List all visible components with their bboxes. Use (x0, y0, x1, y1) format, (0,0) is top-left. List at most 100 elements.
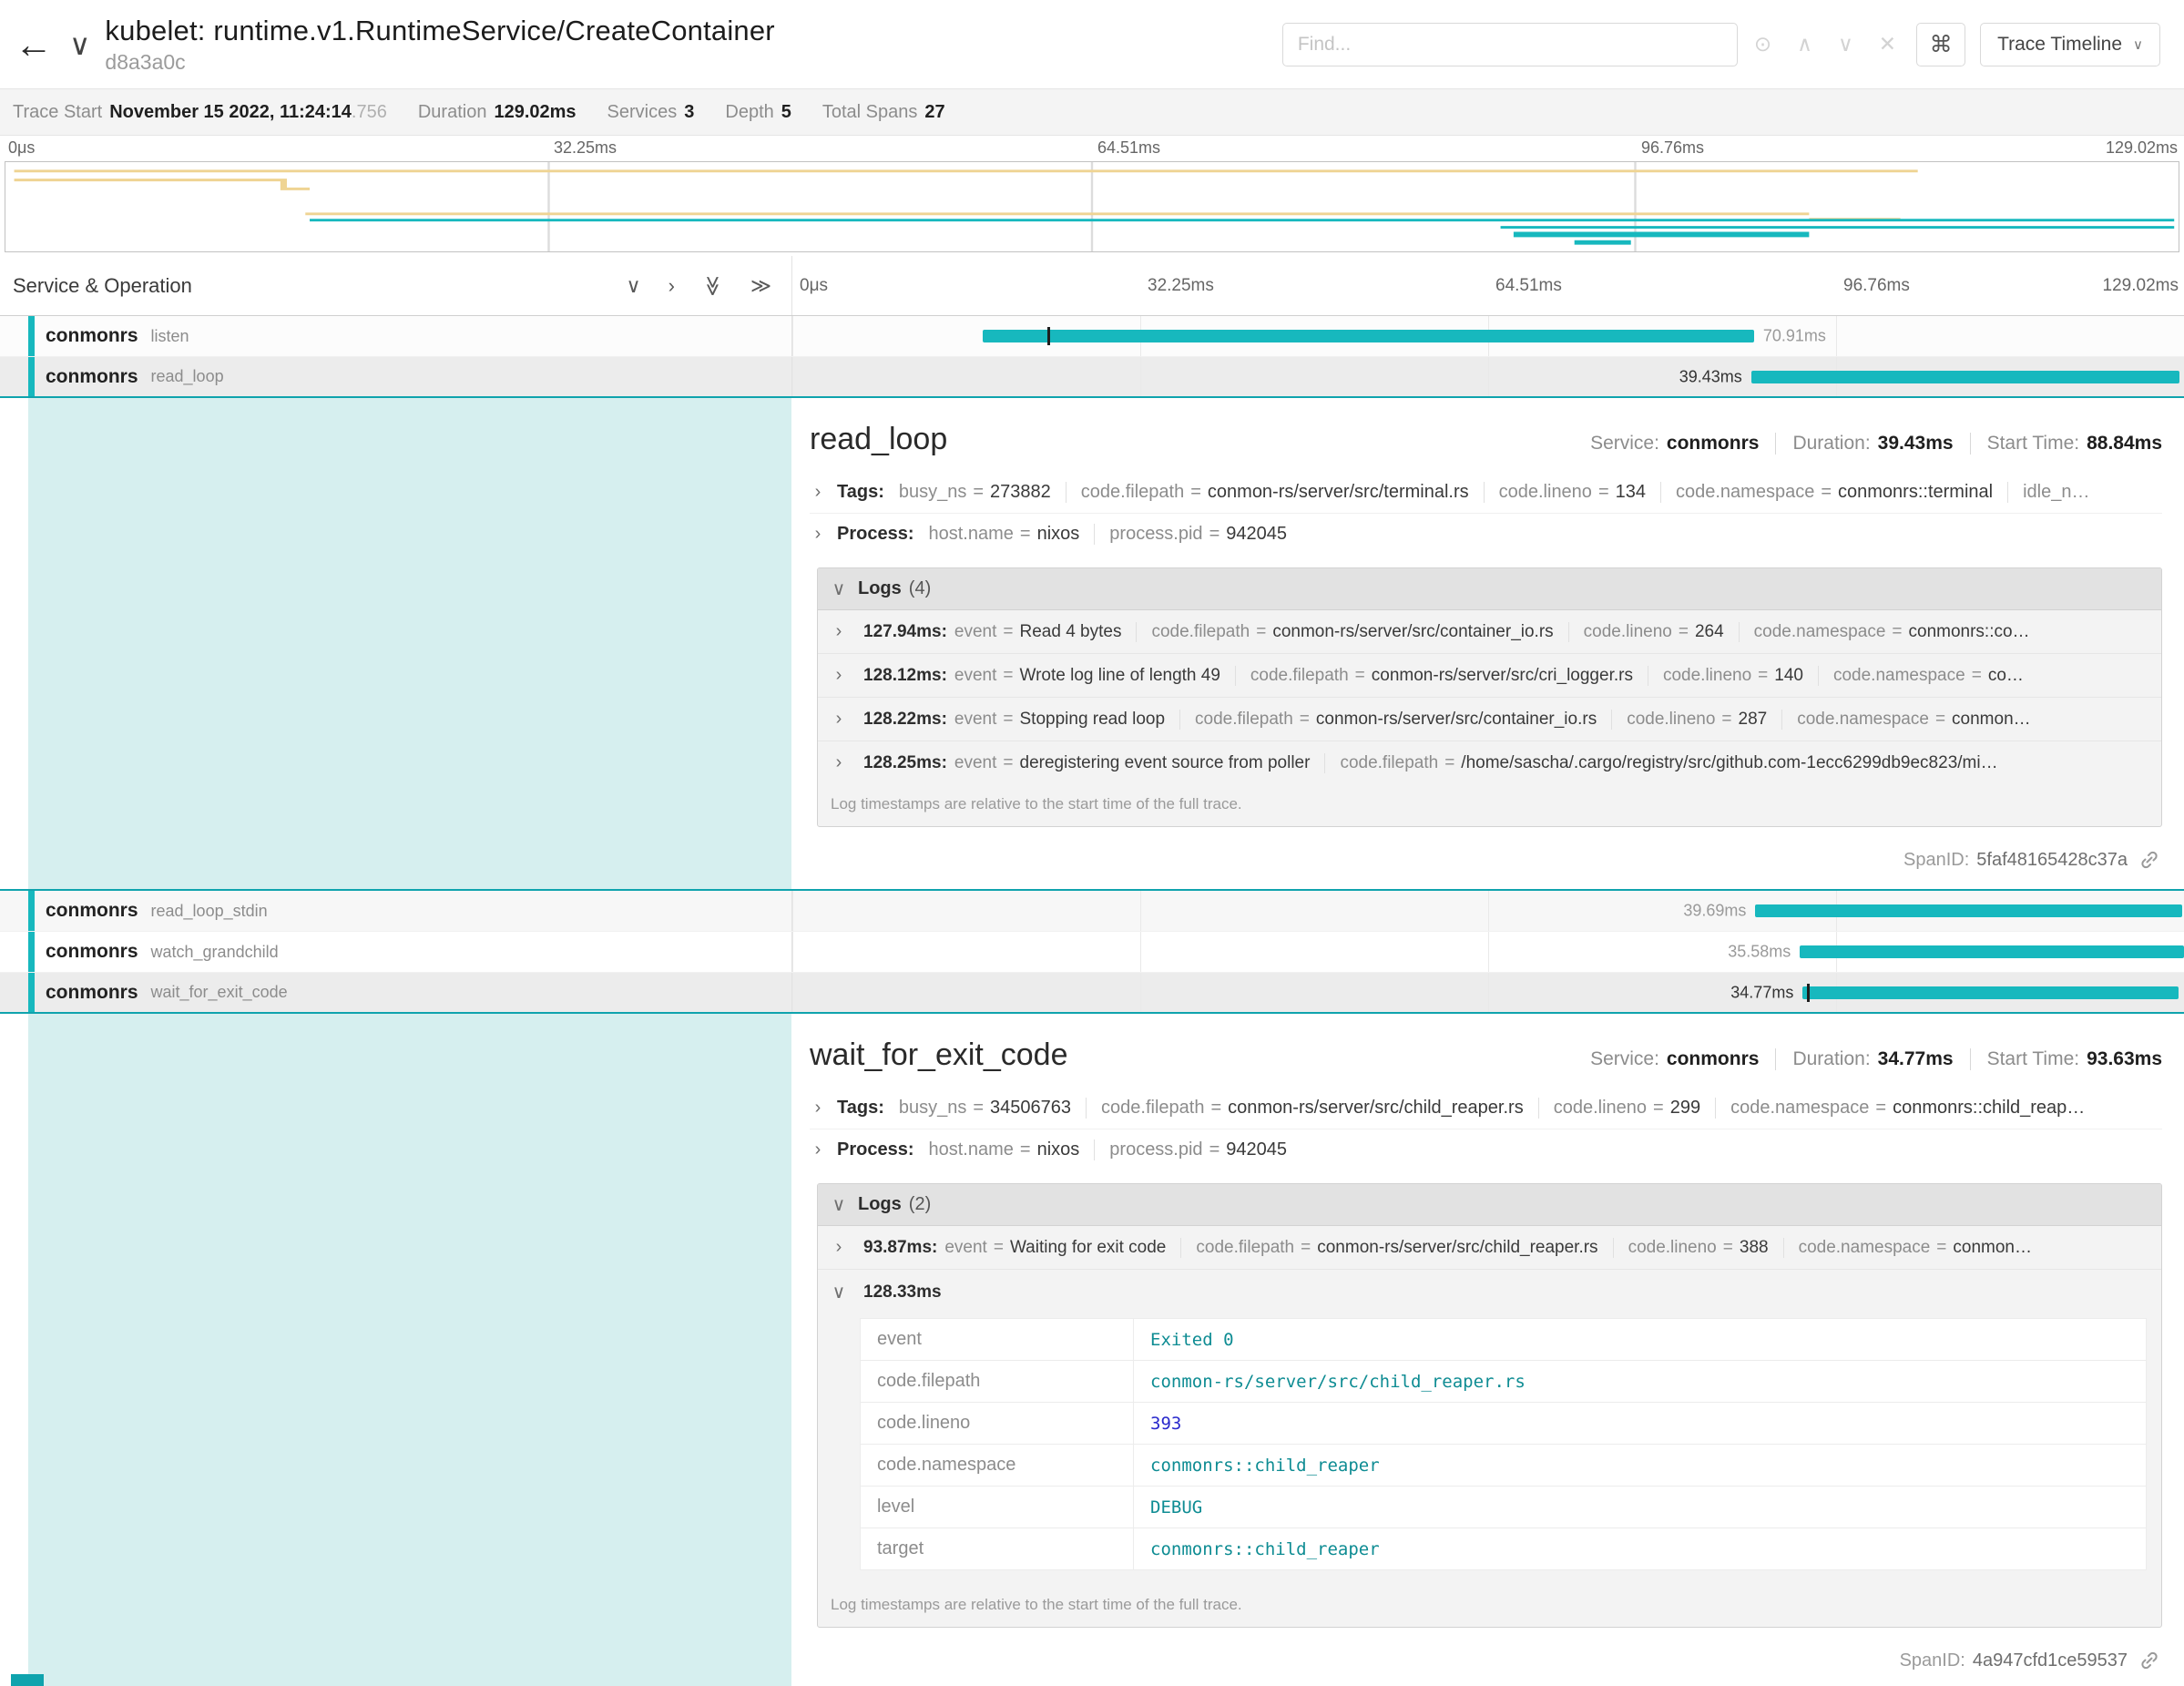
span-row-read-loop-stdin[interactable]: conmonrs read_loop_stdin 39.69ms (0, 891, 2184, 932)
log-timestamp: 128.33ms (863, 1282, 942, 1303)
minimap-canvas[interactable] (5, 161, 2179, 252)
span-row-read-loop[interactable]: conmonrs read_loop 39.43ms (0, 357, 2184, 398)
service-name: conmonrs (46, 900, 138, 922)
span-graph[interactable]: 39.69ms (791, 891, 2184, 931)
tag-key: busy_ns (899, 1098, 967, 1118)
trace-collapse-icon[interactable]: ∨ (69, 27, 90, 62)
log-entry-expanded[interactable]: ∨ 128.33ms (818, 1270, 2161, 1314)
span-bar[interactable] (983, 330, 1754, 342)
process-accordion[interactable]: › Process: host.name=nixos process.pid=9… (810, 1129, 2162, 1170)
logs-title: Logs (858, 1194, 902, 1215)
keyboard-shortcuts-button[interactable]: ⌘ (1916, 23, 1965, 66)
timeline-columns-header: Service & Operation ∨ › ≫ ≫ 0μs 32.25ms … (0, 256, 2184, 316)
span-indent-band (28, 398, 791, 889)
span-graph[interactable]: 39.43ms (791, 357, 2184, 396)
trace-start-value: November 15 2022, 11:24:14 (109, 102, 352, 123)
minimap-tick: 32.25ms (554, 138, 617, 158)
span-graph[interactable]: 34.77ms (791, 973, 2184, 1012)
tags-accordion[interactable]: › Tags: busy_ns=34506763 code.filepath=c… (810, 1088, 2162, 1129)
caret-right-icon: › (810, 1139, 826, 1160)
collapse-all-icon[interactable]: ≫ (700, 275, 724, 296)
view-dropdown-button[interactable]: Trace Timeline ∨ (1980, 23, 2160, 66)
start-time-label: Start Time: (1987, 433, 2080, 454)
span-bar[interactable] (1800, 945, 2184, 958)
top-bar: ← ∨ kubelet: runtime.v1.RuntimeService/C… (0, 0, 2184, 88)
kv-key: code.namespace (861, 1445, 1134, 1487)
operation-name: watch_grandchild (151, 943, 279, 962)
kv-row: code.lineno393 (861, 1403, 2147, 1445)
duration-label: Duration: (1792, 433, 1870, 454)
process-value: 942045 (1226, 524, 1287, 544)
tag-value: 34506763 (990, 1098, 1071, 1118)
caret-right-icon: › (810, 1098, 826, 1119)
span-id-value: 4a947cfd1ce59537 (1973, 1650, 2128, 1671)
span-row-watch-grandchild[interactable]: conmonrs watch_grandchild 35.58ms (0, 932, 2184, 973)
trace-minimap[interactable]: 0μs 32.25ms 64.51ms 96.76ms 129.02ms (0, 136, 2184, 256)
service-color-bar (28, 357, 35, 396)
span-detail-header: read_loop Service:conmonrs Duration:39.4… (810, 422, 2162, 457)
span-duration-label: 35.58ms (1728, 943, 1791, 962)
tag-chip: code.filepath=conmon-rs/server/src/termi… (1066, 482, 1484, 503)
span-graph[interactable]: 35.58ms (791, 932, 2184, 972)
logs-header[interactable]: ∨ Logs (2) (818, 1184, 2161, 1226)
logs-note: Log timestamps are relative to the start… (818, 784, 2161, 826)
span-row-listen[interactable]: conmonrs listen 70.91ms (0, 316, 2184, 357)
ruler-tick: 96.76ms (1843, 276, 1910, 296)
minimap-tick: 64.51ms (1097, 138, 1160, 158)
span-row-left: conmonrs watch_grandchild (0, 932, 791, 972)
operation-name: listen (151, 327, 189, 346)
deep-link-icon[interactable] (2138, 849, 2160, 871)
logs-header[interactable]: ∨ Logs (4) (818, 568, 2161, 610)
caret-down-icon: ∨ (831, 577, 847, 600)
tag-chip: idle_n… (2007, 482, 2117, 503)
span-row-wait-for-exit-code[interactable]: conmonrs wait_for_exit_code 34.77ms (0, 973, 2184, 1014)
timeline-ruler: 0μs 32.25ms 64.51ms 96.76ms 129.02ms (791, 256, 2184, 315)
span-detail-title: read_loop (810, 422, 947, 457)
depth-label: Depth (725, 102, 773, 123)
span-bar[interactable] (1751, 371, 2180, 383)
caret-down-icon: ∨ (831, 1193, 847, 1216)
span-duration-label: 39.43ms (1679, 367, 1742, 386)
process-accordion[interactable]: › Process: host.name=nixos process.pid=9… (810, 514, 2162, 555)
caret-right-icon: › (831, 1237, 847, 1258)
log-field: code.lineno=140 (1648, 666, 1818, 686)
kv-value: Exited 0 (1134, 1319, 2147, 1361)
trace-id: d8a3a0c (105, 50, 774, 75)
caret-right-icon: › (831, 621, 847, 642)
service-operation-header: Service & Operation ∨ › ≫ ≫ (0, 256, 791, 315)
find-controls: ⊙ ∧ ∨ ✕ (1754, 32, 1896, 56)
span-bar[interactable] (1802, 986, 2179, 999)
log-field: code.namespace=co… (1818, 666, 2038, 686)
log-field: code.lineno=287 (1611, 710, 1781, 730)
caret-right-icon: › (831, 709, 847, 730)
clear-search-icon[interactable]: ✕ (1879, 32, 1896, 56)
process-label: Process: (837, 524, 914, 545)
log-entry[interactable]: › 128.12ms: event=Wrote log line of leng… (818, 654, 2161, 698)
log-entry[interactable]: › 128.22ms: event=Stopping read loop cod… (818, 698, 2161, 741)
span-id-row: SpanID: 4a947cfd1ce59537 (810, 1635, 2162, 1677)
back-button[interactable]: ← (0, 0, 67, 88)
span-detail-content: wait_for_exit_code Service:conmonrs Dura… (791, 1014, 2184, 1686)
tags-accordion[interactable]: › Tags: busy_ns=273882 code.filepath=con… (810, 472, 2162, 514)
expand-one-icon[interactable]: › (668, 274, 675, 298)
locate-icon[interactable]: ⊙ (1754, 32, 1771, 56)
log-entry[interactable]: › 93.87ms: event=Waiting for exit code c… (818, 1226, 2161, 1270)
operation-name: read_loop (151, 367, 224, 386)
span-detail-title: wait_for_exit_code (810, 1037, 1068, 1073)
find-input[interactable] (1282, 23, 1738, 66)
next-result-icon[interactable]: ∨ (1838, 32, 1853, 56)
log-entry[interactable]: › 127.94ms: event=Read 4 bytes code.file… (818, 610, 2161, 654)
kv-row: targetconmonrs::child_reaper (861, 1528, 2147, 1570)
deep-link-icon[interactable] (2138, 1650, 2160, 1671)
trace-summary-bar: Trace Start November 15 2022, 11:24:14 .… (0, 88, 2184, 136)
ruler-tick: 129.02ms (2103, 276, 2179, 296)
prev-result-icon[interactable]: ∧ (1797, 32, 1812, 56)
expand-all-icon[interactable]: ≫ (750, 274, 771, 298)
log-entry[interactable]: › 128.25ms: event=deregistering event so… (818, 741, 2161, 784)
span-bar[interactable] (1755, 904, 2182, 917)
collapse-one-icon[interactable]: ∨ (627, 274, 641, 298)
caret-down-icon: ∨ (831, 1281, 847, 1303)
kv-value: conmon-rs/server/src/child_reaper.rs (1134, 1361, 2147, 1403)
start-time-value: 88.84ms (2087, 433, 2162, 454)
span-graph[interactable]: 70.91ms (791, 316, 2184, 356)
